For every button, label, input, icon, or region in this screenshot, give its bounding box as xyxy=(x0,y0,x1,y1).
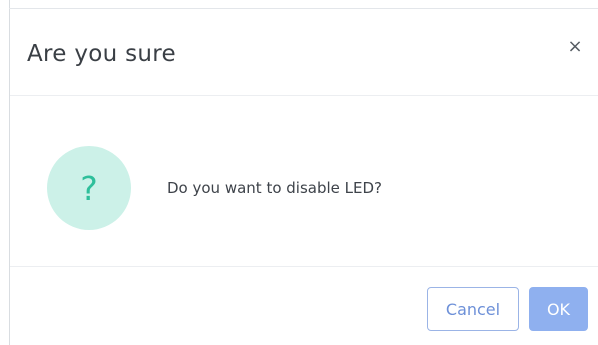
dialog-title: Are you sure xyxy=(27,41,176,67)
ok-button[interactable]: OK xyxy=(529,287,588,331)
screen: Are you sure × ? Do you want to disable … xyxy=(0,0,598,345)
close-icon[interactable]: × xyxy=(564,36,586,58)
cancel-button[interactable]: Cancel xyxy=(427,287,519,331)
question-mark-glyph: ? xyxy=(80,168,98,208)
dialog-body: ? Do you want to disable LED? xyxy=(10,96,598,267)
question-mark-icon: ? xyxy=(47,146,131,230)
dialog-message: Do you want to disable LED? xyxy=(167,179,382,197)
confirm-dialog: Are you sure × ? Do you want to disable … xyxy=(10,9,598,345)
dialog-header: Are you sure × xyxy=(10,9,598,96)
dialog-footer: Cancel OK xyxy=(10,267,598,345)
